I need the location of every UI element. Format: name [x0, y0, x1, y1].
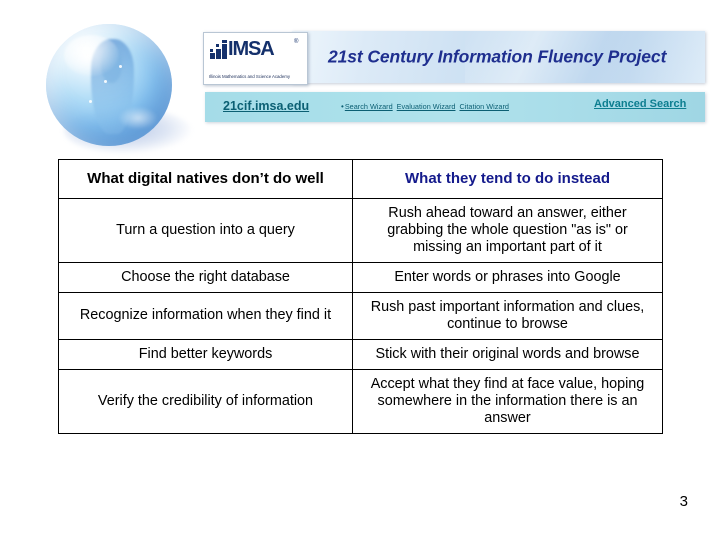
table-row: Turn a question into a query Rush ahead …: [58, 197, 663, 263]
table-header-row: What digital natives don’t do well What …: [58, 159, 663, 199]
table-row: Choose the right database Enter words or…: [58, 261, 663, 293]
table-row: Recognize information when they find it …: [58, 291, 663, 340]
cell-skill: Verify the credibility of information: [58, 368, 353, 434]
site-url-link[interactable]: 21cif.imsa.edu: [223, 99, 309, 113]
banner-title: 21st Century Information Fluency Project: [328, 46, 667, 67]
bullet-icon: •: [341, 102, 344, 111]
registered-mark: ®: [294, 39, 299, 45]
cell-skill: Choose the right database: [58, 261, 353, 293]
imsa-wordmark: IMSA: [228, 38, 275, 60]
table-header-left: What digital natives don’t do well: [58, 159, 353, 199]
imsa-steps-icon: [210, 40, 227, 59]
site-banner: 21st Century Information Fluency Project: [292, 31, 705, 83]
nav-link-search-wizard[interactable]: Search Wizard: [345, 102, 393, 111]
table-row: Find better keywords Stick with their or…: [58, 338, 663, 370]
table-row: Verify the credibility of information Ac…: [58, 368, 663, 434]
page-number: 3: [679, 493, 688, 510]
digital-natives-comparison-table: What digital natives don’t do well What …: [58, 159, 663, 434]
advanced-search-link[interactable]: Advanced Search: [594, 98, 686, 110]
orb-speck: [88, 99, 92, 103]
cell-behavior: Rush ahead toward an answer, either grab…: [352, 197, 663, 263]
cell-behavior: Rush past important information and clue…: [352, 291, 663, 340]
wizard-links: •Search Wizard Evaluation Wizard Citation …: [341, 102, 513, 111]
cell-skill: Find better keywords: [58, 338, 353, 370]
crystal-ball-icon: [38, 22, 198, 157]
orb-sphere: [46, 24, 172, 146]
cell-behavior: Stick with their original words and brow…: [352, 338, 663, 370]
cell-skill: Turn a question into a query: [58, 197, 353, 263]
slide-canvas: 21st Century Information Fluency Project…: [0, 0, 720, 540]
orb-secondary-highlight: [119, 106, 157, 129]
table-header-right: What they tend to do instead: [352, 159, 663, 199]
imsa-tagline: Illinois Mathematics and Science Academy: [209, 74, 290, 79]
cell-behavior: Enter words or phrases into Google: [352, 261, 663, 293]
imsa-logo: IMSA ® Illinois Mathematics and Science …: [203, 32, 308, 85]
site-navbar: 21cif.imsa.edu •Search Wizard Evaluation …: [205, 92, 705, 122]
cell-skill: Recognize information when they find it: [58, 291, 353, 340]
cell-behavior: Accept what they find at face value, hop…: [352, 368, 663, 434]
nav-link-citation-wizard[interactable]: Citation Wizard: [459, 102, 508, 111]
table-body: Turn a question into a query Rush ahead …: [58, 197, 663, 434]
nav-link-evaluation-wizard[interactable]: Evaluation Wizard: [397, 102, 456, 111]
